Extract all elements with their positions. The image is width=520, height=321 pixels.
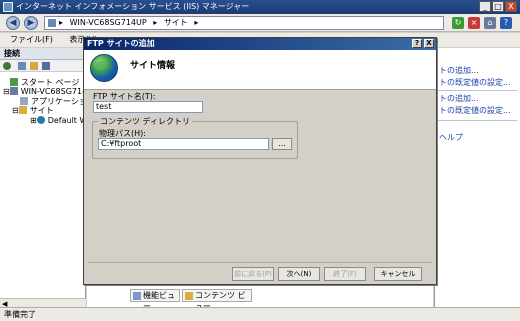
content-view-icon (185, 292, 193, 300)
address-bar: ◀ ▶ ▸ WIN-VC68SG714UP ▸ サイト ▸ ↻ × ⌂ ? (0, 14, 520, 32)
connections-toolbar (0, 60, 85, 72)
forward-button[interactable]: ▶ (24, 16, 38, 30)
next-button[interactable]: 次へ(N) (278, 267, 320, 281)
minimize-button[interactable]: _ (479, 1, 491, 12)
folder-icon (18, 106, 27, 114)
action-help[interactable]: ヘルプ (439, 133, 463, 142)
dialog-heading: サイト情報 (130, 61, 176, 71)
close-button[interactable]: X (505, 1, 517, 12)
site-name-label: FTP サイト名(T): (93, 92, 156, 101)
breadcrumb-sep: ▸ (153, 18, 158, 27)
back-button[interactable]: ◀ (6, 16, 20, 30)
previous-button[interactable]: 前に戻る(P) (232, 267, 274, 281)
save-icon[interactable] (18, 62, 26, 70)
cancel-button[interactable]: キャンセル (374, 267, 422, 281)
expand-icon[interactable]: ⊞ (30, 116, 37, 125)
finish-button[interactable]: 終了(F) (324, 267, 366, 281)
features-view-icon (133, 292, 141, 300)
divider (88, 262, 432, 263)
breadcrumb-sep: ▸ (59, 18, 64, 27)
dialog-titlebar: FTP サイトの追加 ? X (84, 38, 436, 50)
action-ftp-defaults[interactable]: トの既定値の設定... (439, 106, 511, 115)
action-add-site[interactable]: トの追加... (439, 66, 479, 75)
stop-icon[interactable]: × (468, 17, 480, 29)
content-directory-legend: コンテンツ ディレクトリ (98, 117, 192, 126)
status-text: 準備完了 (4, 310, 36, 319)
add-ftp-site-dialog: FTP サイトの追加 ? X サイト情報 FTP サイト名(T): test コ… (83, 37, 437, 285)
dialog-help-button[interactable]: ? (412, 39, 422, 48)
tab-features-view[interactable]: 機能ビュー (130, 289, 180, 311)
menu-file[interactable]: ファイル(F) (10, 35, 53, 44)
status-bar: 準備完了 (0, 307, 520, 321)
tree-item-default-site[interactable]: ⊞ Default W (30, 116, 87, 125)
actions-pane: トの追加... トの既定値の設定... トの追加... トの既定値の設定... … (434, 48, 520, 308)
app-pool-icon (20, 97, 28, 105)
server-icon (48, 19, 56, 27)
home-icon[interactable]: ⌂ (484, 17, 496, 29)
divider (437, 90, 517, 91)
breadcrumb-server[interactable]: WIN-VC68SG714UP (70, 18, 147, 27)
server-icon (9, 87, 18, 95)
browse-button[interactable]: ... (272, 138, 292, 150)
dialog-title: FTP サイトの追加 (87, 39, 155, 48)
breadcrumb-sites[interactable]: サイト (164, 18, 188, 27)
tree-item-start-page[interactable]: スタート ページ (10, 78, 79, 87)
site-name-input[interactable]: test (93, 101, 203, 113)
tree-item-server[interactable]: ⊟ WIN-VC68SG714 (3, 87, 87, 96)
start-page-icon (10, 78, 18, 86)
view-tabs: 機能ビュー コンテンツ ビュー (130, 289, 330, 311)
action-site-defaults[interactable]: トの既定値の設定... (439, 78, 511, 87)
window-titlebar: インターネット インフォメーション サービス (IIS) マネージャー _ □ … (0, 0, 520, 14)
tree-item-sites[interactable]: ⊟ サイト (12, 106, 54, 115)
tab-content-view[interactable]: コンテンツ ビュー (182, 289, 252, 311)
breadcrumb[interactable]: ▸ WIN-VC68SG714UP ▸ サイト ▸ (44, 16, 444, 30)
collapse-icon[interactable]: ⊟ (12, 106, 19, 115)
breadcrumb-sep: ▸ (194, 18, 199, 27)
up-icon[interactable] (30, 62, 38, 70)
dialog-header: サイト情報 (84, 50, 436, 90)
physical-path-label: 物理パス(H): (99, 129, 146, 138)
physical-path-input[interactable]: C:¥ftproot (98, 138, 269, 150)
dialog-close-button[interactable]: X (424, 39, 434, 48)
connections-title: 接続 (0, 48, 85, 60)
globe-icon (36, 116, 45, 124)
globe-icon (90, 54, 118, 82)
refresh-icon[interactable]: ↻ (452, 17, 464, 29)
connections-pane: 接続 スタート ページ ⊟ WIN-VC68SG714 アプリケーション ⊟ サイト… (0, 48, 95, 308)
action-add-ftp-site[interactable]: トの追加... (439, 94, 479, 103)
window-title: インターネット インフォメーション サービス (IIS) マネージャー (16, 2, 250, 11)
help-icon[interactable]: ? (500, 17, 512, 29)
connect-icon[interactable] (3, 62, 11, 70)
iis-app-icon (3, 2, 13, 12)
collapse-icon[interactable]: ⊟ (3, 87, 10, 96)
maximize-button[interactable]: □ (492, 1, 504, 12)
connect-server-icon[interactable] (42, 62, 50, 70)
divider (437, 120, 517, 121)
